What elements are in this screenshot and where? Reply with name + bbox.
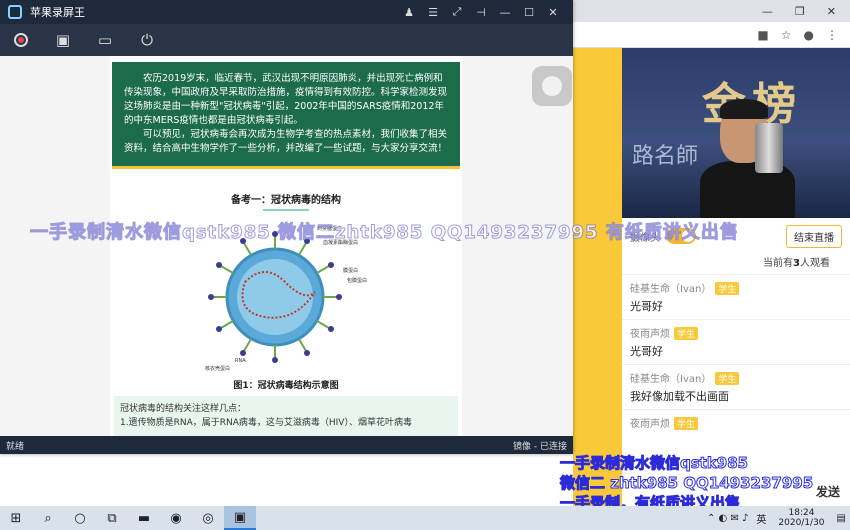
chat-message: 光哥好 [630, 300, 663, 313]
minimize-icon[interactable]: — [493, 6, 517, 19]
star-icon[interactable]: ☆ [781, 28, 792, 42]
virus-diagram: 刺突糖蛋白 血凝素酯酶蛋白 膜蛋白 包膜蛋白 核衣壳蛋白 RNA [205, 225, 367, 372]
focus-box: 冠状病毒的结构关注这样几点： 1.遗传物质是RNA，属于RNA病毒，这与艾滋病毒… [114, 396, 458, 436]
recorder-statusbar: 就绪 镜像 - 已连接 [0, 436, 573, 454]
record-icon [14, 33, 28, 47]
tray-icons[interactable]: ⌃ ◐ ✉ ♪ [703, 513, 752, 524]
chat-user: 夜雨声烦 [630, 329, 670, 340]
recorder-toolbar: ▣ ▭ ⏻ [0, 24, 573, 56]
viewer-count: 当前有3人观看 [622, 254, 850, 272]
document-page[interactable]: 农历2019岁末，临近春节，武汉出现不明原因肺炎，并出现死亡病例和传染现象，中国… [110, 56, 462, 436]
record-button[interactable] [10, 30, 32, 50]
chat-item: 夜雨声烦 学生 [622, 409, 850, 438]
taskbar: ⊞ ⌕ ○ ⧉ ▬ ◉ ◎ ▣ ⌃ ◐ ✉ ♪ 英 18:24 2020/1/3… [0, 506, 850, 530]
folder-icon: ▭ [97, 31, 113, 49]
webcam-video: 金榜 路名師 [622, 48, 850, 218]
student-badge: 学生 [715, 372, 740, 385]
section-title-text: 备考一：冠状病毒的结构 [231, 195, 341, 206]
camera-icon: ▣ [55, 31, 71, 49]
app-title: 苹果录屏王 [30, 6, 85, 19]
app-logo-icon [8, 5, 22, 19]
account-icon[interactable]: ● [804, 28, 814, 42]
status-right: 镜像 - 已连接 [513, 441, 567, 452]
folder-button[interactable]: ▭ [94, 30, 116, 50]
send-button[interactable]: 发送 [816, 483, 840, 500]
fig-label-envelope: 膜蛋白 [343, 267, 358, 274]
viewer-number: 3 [793, 258, 800, 269]
recorder-titlebar: 苹果录屏王 ♟ ☰ ⤢ ⊣ — ☐ ✕ [0, 0, 573, 24]
recorder-app-icon[interactable]: ▣ [224, 506, 256, 530]
chat-item: 硅基生命（Ivan） 学生 光哥好 [622, 274, 850, 319]
watermark-line-b: 微信二 zhtk985 QQ1493237995 [559, 474, 814, 493]
browser-titlebar: — ❐ ✕ [573, 0, 850, 22]
viewer-prefix: 当前有 [763, 258, 794, 269]
power-icon: ⏻ [141, 31, 153, 49]
status-left: 就绪 [6, 441, 25, 452]
search-icon[interactable]: ⌕ [32, 506, 64, 530]
mirrored-screen[interactable]: 农历2019岁末，临近春节，武汉出现不明原因肺炎，并出现死亡病例和传染现象，中国… [0, 56, 573, 436]
student-badge: 学生 [715, 282, 740, 295]
clock-time: 18:24 [788, 508, 815, 518]
screenshot-button[interactable]: ▣ [52, 30, 74, 50]
viewer-suffix: 人观看 [800, 258, 830, 269]
task-view-icon[interactable]: ⧉ [96, 506, 128, 530]
minimize-icon[interactable]: — [762, 5, 773, 18]
power-button[interactable]: ⏻ [136, 30, 158, 50]
chat-message: 光哥好 [630, 345, 663, 358]
start-icon[interactable]: ⊞ [0, 506, 32, 530]
chat-user: 硅基生命（Ivan） [630, 374, 712, 385]
chat-user: 硅基生命（Ivan） [630, 284, 712, 295]
browser-toolbar: ■ ☆ ● ⋮ [573, 22, 850, 48]
chat-item: 夜雨声烦 学生 光哥好 [622, 319, 850, 364]
user-icon[interactable]: ♟ [397, 6, 421, 19]
title-underline [263, 209, 309, 211]
maximize-icon[interactable]: ☐ [517, 6, 541, 19]
chat-user: 夜雨声烦 [630, 419, 670, 430]
fig-label-rna: RNA [235, 358, 246, 364]
close-icon[interactable]: ✕ [827, 5, 836, 18]
chat-item: 硅基生命（Ivan） 学生 我好像加载不出画面 [622, 364, 850, 409]
student-badge: 学生 [674, 327, 699, 340]
intro-paragraph-1: 农历2019岁末，临近春节，武汉出现不明原因肺炎，并出现死亡病例和传染现象，中国… [124, 73, 448, 126]
student-badge: 学生 [674, 417, 699, 430]
input-language[interactable]: 英 [752, 511, 770, 526]
clock-date: 2020/1/30 [778, 518, 825, 528]
close-icon[interactable]: ✕ [541, 6, 565, 19]
menu-icon[interactable]: ⋮ [826, 28, 838, 42]
expand-icon[interactable]: ⤢ [445, 5, 469, 19]
floating-assist-button[interactable] [532, 66, 572, 106]
notification-icon[interactable]: ▤ [833, 513, 850, 524]
focus-item: 1.遗传物质是RNA，属于RNA病毒，这与艾滋病毒（HIV）、烟草花叶病毒 [120, 418, 412, 428]
restore-icon[interactable]: ❐ [795, 5, 805, 18]
chat-message: 我好像加载不出画面 [630, 390, 729, 403]
focus-title: 冠状病毒的结构关注这样几点： [120, 404, 247, 414]
intro-paragraph-2: 可以预见，冠状病毒会再次成为生物学考查的热点素材，我们收集了相关资料，结合高中生… [124, 129, 448, 154]
fig-label-spike: 包膜蛋白 [347, 277, 367, 284]
camera-icon[interactable]: ■ [757, 28, 768, 42]
watermark-main: 一手录制清水微信qstk985 微信二zhtk985 QQ1493237995 … [30, 222, 739, 244]
list-icon[interactable]: ☰ [421, 6, 445, 19]
chrome-icon[interactable]: ◉ [160, 506, 192, 530]
clock[interactable]: 18:24 2020/1/30 [770, 508, 832, 528]
obs-icon[interactable]: ◎ [192, 506, 224, 530]
section-title: 备考一：冠状病毒的结构 [110, 191, 462, 211]
fig-label-nucleocapsid: 核衣壳蛋白 [205, 365, 230, 372]
file-explorer-icon[interactable]: ▬ [128, 506, 160, 530]
cortana-icon[interactable]: ○ [64, 506, 96, 530]
watermark-line-a: 一手录制清水微信qstk985 [559, 454, 749, 473]
figure-caption: 图1：冠状病毒结构示意图 [233, 381, 339, 391]
intro-box: 农历2019岁末，临近春节，武汉出现不明原因肺炎，并出现死亡病例和传染现象，中国… [112, 62, 460, 169]
live-stream-panel: 金榜 路名師 摄像头 结束直播 当前有3人观看 硅基生命（Ivan）学生 光哥好… [622, 48, 850, 506]
presenter-image [700, 99, 795, 218]
pin-icon[interactable]: ⊣ [469, 6, 493, 19]
end-live-button[interactable]: 结束直播 [786, 224, 842, 248]
calligraphy-backdrop-small: 路名師 [632, 144, 699, 169]
